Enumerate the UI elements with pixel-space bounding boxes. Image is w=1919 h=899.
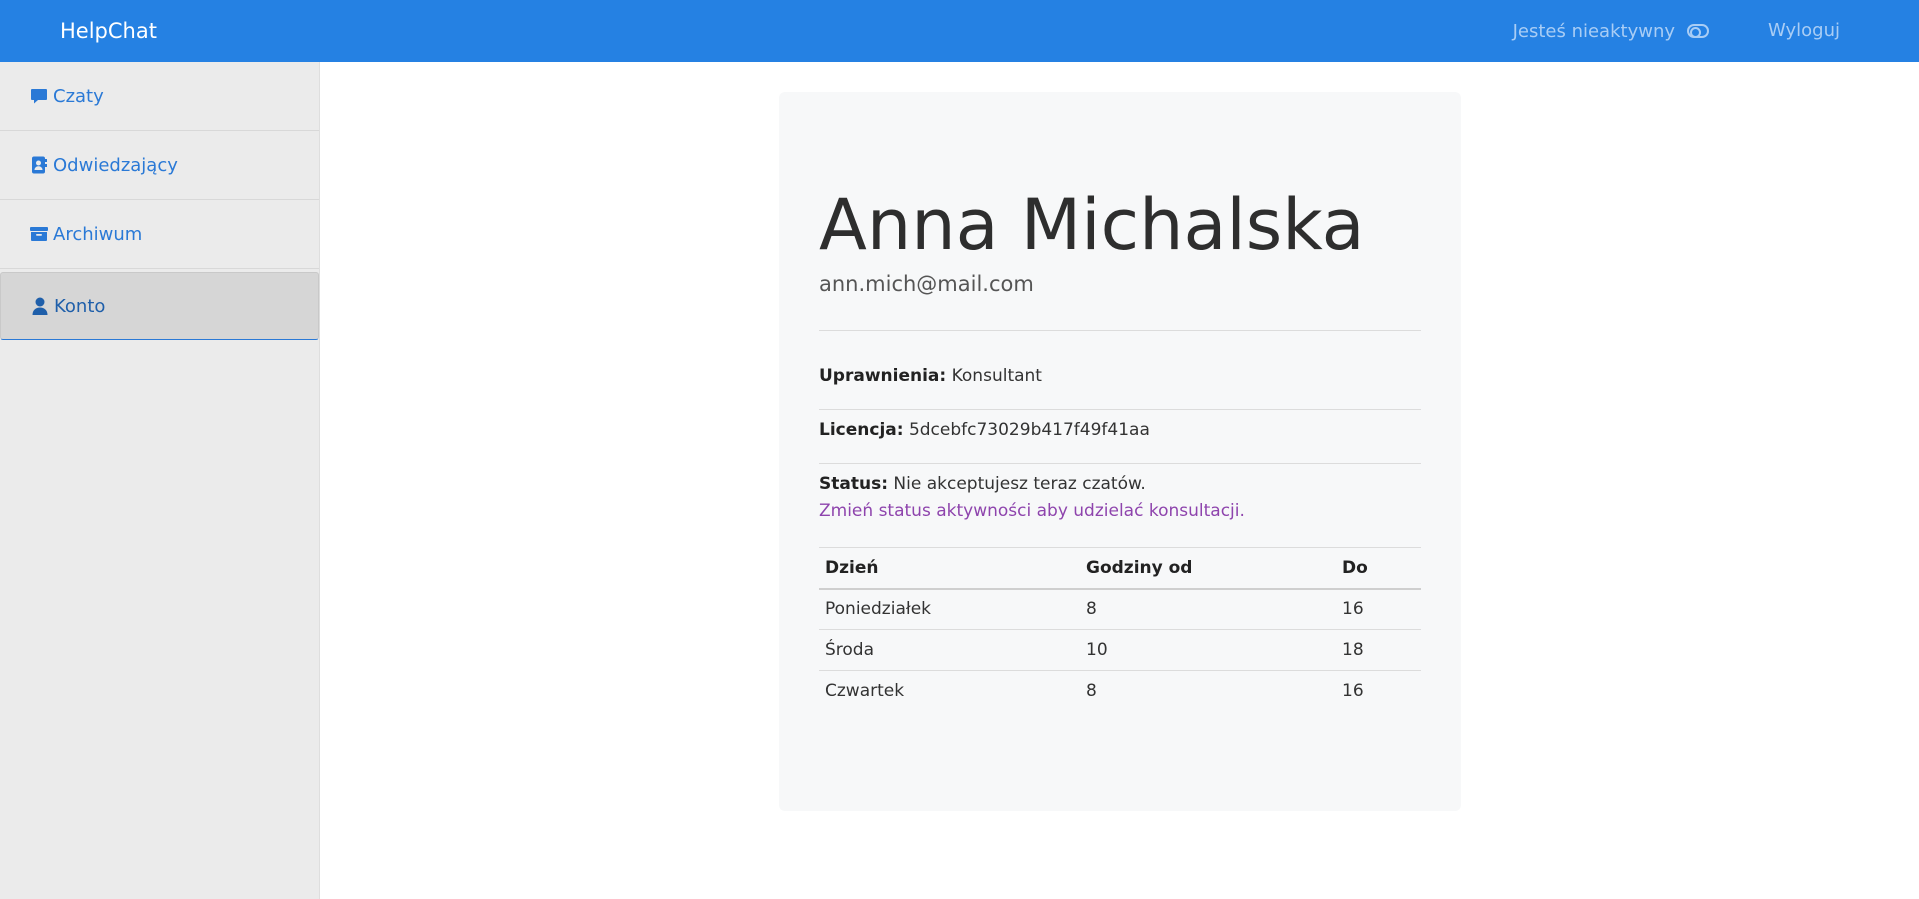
contact-card-icon	[30, 156, 48, 174]
status-field: Status: Nie akceptujesz teraz czatów.	[819, 471, 1146, 497]
column-header-day: Dzień	[819, 547, 1080, 590]
table-header-row: Dzień Godziny od Do	[819, 547, 1421, 590]
column-header-hours-from: Godziny od	[1080, 547, 1336, 590]
account-card: Anna Michalska ann.mich@mail.com Uprawni…	[779, 92, 1461, 811]
top-navbar: HelpChat Jesteś nieaktywny Wyloguj	[0, 0, 1919, 62]
sidebar-item-label: Czaty	[53, 85, 104, 107]
schedule-table: Dzień Godziny od Do Poniedziałek 8 16 Śr…	[819, 547, 1421, 712]
profile-name: Anna Michalska	[819, 184, 1365, 266]
divider	[819, 409, 1421, 410]
sidebar-item-konto[interactable]: Konto	[0, 272, 319, 340]
table-row: Czwartek 8 16	[819, 671, 1421, 712]
license-value: 5dcebfc73029b417f49f41aa	[908, 420, 1150, 440]
sidebar: Czaty Odwiedzający Archiwum Konto	[0, 62, 320, 899]
cell-day: Poniedziałek	[819, 588, 1080, 630]
archive-box-icon	[30, 225, 48, 243]
column-header-hours-to: Do	[1336, 547, 1421, 590]
cell-day: Czwartek	[825, 681, 905, 702]
cell-hours-from: 8	[1086, 681, 1097, 702]
cell-hours-to: 18	[1336, 629, 1421, 671]
sidebar-item-label: Konto	[54, 295, 106, 317]
chat-bubble-icon	[30, 87, 48, 105]
brand-link[interactable]: HelpChat	[60, 18, 157, 44]
status-value: Nie akceptujesz teraz czatów.	[893, 474, 1146, 494]
cell-hours-to: 16	[1336, 588, 1421, 630]
activity-status-label: Jesteś nieaktywny	[1512, 20, 1675, 42]
license-label: Licencja:	[819, 420, 904, 440]
cell-hours-from: 10	[1080, 629, 1336, 671]
cell-day: Środa	[819, 629, 1080, 671]
sidebar-item-label: Archiwum	[53, 223, 143, 245]
change-status-link[interactable]: Zmień status aktywności aby udzielać kon…	[819, 498, 1245, 524]
activity-status-toggle[interactable]: Jesteś nieaktywny	[1513, 18, 1709, 44]
sidebar-item-odwiedzajacy[interactable]: Odwiedzający	[0, 131, 319, 200]
profile-email: ann.mich@mail.com	[819, 272, 1034, 296]
cell-hours-from: 8	[1080, 588, 1336, 630]
table-row: Środa 10 18	[819, 629, 1421, 671]
sidebar-item-label: Odwiedzający	[53, 154, 178, 176]
permissions-label: Uprawnienia:	[819, 366, 947, 386]
divider	[819, 330, 1421, 331]
user-icon	[31, 297, 49, 315]
toggle-off-icon	[1687, 24, 1709, 38]
divider	[819, 463, 1421, 464]
license-field: Licencja: 5dcebfc73029b417f49f41aa	[819, 417, 1150, 443]
status-label: Status:	[819, 474, 888, 494]
table-row: Poniedziałek 8 16	[819, 588, 1421, 630]
cell-hours-to: 16	[1342, 681, 1364, 702]
sidebar-item-archiwum[interactable]: Archiwum	[0, 200, 319, 269]
sidebar-item-czaty[interactable]: Czaty	[0, 62, 319, 131]
logout-link[interactable]: Wyloguj	[1768, 18, 1840, 44]
permissions-field: Uprawnienia: Konsultant	[819, 363, 1042, 389]
permissions-value: Konsultant	[951, 366, 1042, 386]
